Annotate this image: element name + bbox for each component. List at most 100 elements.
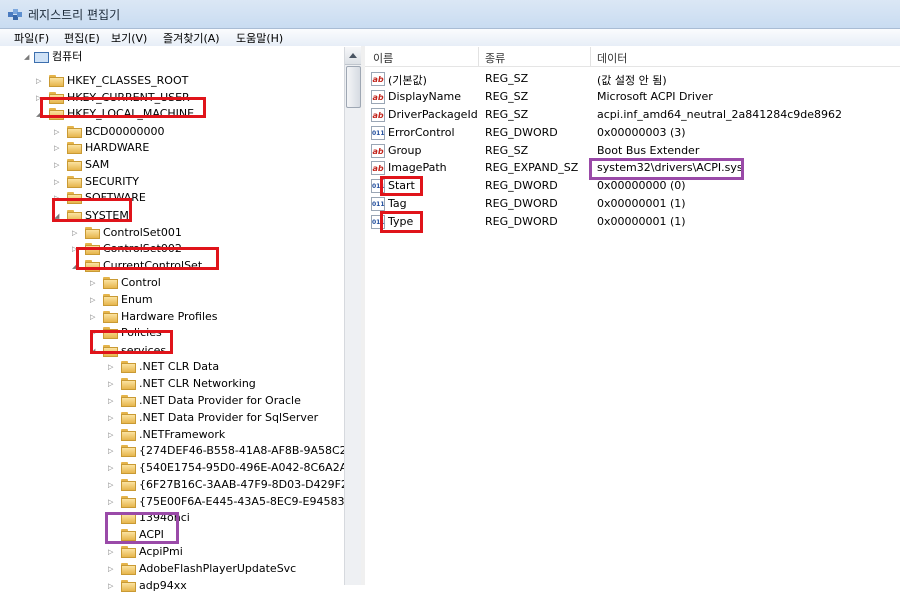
tree-node[interactable]: ◢ SYSTEM bbox=[54, 208, 340, 224]
expand-arrow-icon[interactable]: ▷ bbox=[36, 73, 42, 89]
tree-node[interactable]: ▷ Control bbox=[90, 275, 340, 291]
tree-node-label: SECURITY bbox=[85, 175, 139, 188]
tree-node[interactable]: ▷ HKEY_CURRENT_USER bbox=[36, 90, 340, 106]
expand-arrow-icon[interactable]: ▷ bbox=[72, 241, 78, 257]
expand-arrow-icon[interactable]: ▷ bbox=[108, 561, 114, 577]
value-row[interactable]: 011 ErrorControl REG_DWORD 0x00000003 (3) bbox=[365, 125, 900, 142]
tree-node[interactable]: ▷ AcpiPmi bbox=[108, 544, 340, 560]
expand-arrow-icon[interactable]: ▷ bbox=[54, 157, 60, 173]
tree-node-label: .NET Data Provider for SqlServer bbox=[139, 411, 319, 424]
value-type: REG_SZ bbox=[485, 90, 529, 103]
tree-node[interactable]: ▷ .NET Data Provider for SqlServer bbox=[108, 410, 340, 426]
collapse-arrow-icon[interactable]: ◢ bbox=[72, 258, 78, 274]
expand-arrow-icon[interactable]: ▷ bbox=[90, 309, 96, 325]
column-header-type[interactable]: 종류 bbox=[485, 50, 505, 66]
expand-arrow-icon[interactable]: ▷ bbox=[108, 544, 114, 560]
column-divider[interactable] bbox=[478, 47, 479, 66]
folder-icon bbox=[121, 445, 136, 457]
tree-node[interactable]: ▷ adp94xx bbox=[108, 578, 340, 594]
tree-node[interactable]: ▷ .NETFramework bbox=[108, 427, 340, 443]
menu-edit[interactable]: 편집(E) bbox=[64, 30, 100, 46]
tree-node[interactable]: ◢ services bbox=[90, 343, 340, 359]
expand-arrow-icon[interactable]: ▷ bbox=[54, 174, 60, 190]
value-row[interactable]: ab ImagePath REG_EXPAND_SZ system32\drivers… bbox=[365, 160, 900, 177]
tree-node[interactable]: ▷ {274DEF46-B558-41A8-AF8B-9A58C2C bbox=[108, 443, 354, 459]
column-header-data[interactable]: 데이터 bbox=[597, 50, 627, 66]
menu-view[interactable]: 보기(V) bbox=[111, 30, 147, 46]
value-data: system32\drivers\ACPI.sys bbox=[597, 161, 743, 174]
value-row[interactable]: 011 Start REG_DWORD 0x00000000 (0) bbox=[365, 178, 900, 195]
column-divider[interactable] bbox=[590, 47, 591, 66]
tree-node-label: {540E1754-95D0-496E-A042-8C6A2A7 bbox=[139, 461, 355, 474]
tree-node[interactable]: ▷ Policies bbox=[90, 325, 340, 341]
column-header-name[interactable]: 이름 bbox=[373, 50, 393, 66]
tree-node[interactable]: ▷ SOFTWARE bbox=[54, 190, 340, 206]
collapse-arrow-icon[interactable]: ◢ bbox=[36, 106, 42, 122]
tree-node[interactable]: ▷ {6F27B16C-3AAB-47F9-8D03-D429F24 bbox=[108, 477, 355, 493]
tree-node[interactable]: ▷ .NET Data Provider for Oracle bbox=[108, 393, 340, 409]
expand-arrow-icon[interactable]: ▷ bbox=[108, 443, 114, 459]
value-row[interactable]: 011 Tag REG_DWORD 0x00000001 (1) bbox=[365, 196, 900, 213]
tree-node[interactable]: ▷ AdobeFlashPlayerUpdateSvc bbox=[108, 561, 340, 577]
scroll-up-button[interactable] bbox=[345, 47, 361, 65]
expand-arrow-icon[interactable]: ▷ bbox=[108, 427, 114, 443]
value-row[interactable]: ab DriverPackageId REG_SZ acpi.inf_amd64_ne… bbox=[365, 107, 900, 124]
scroll-thumb[interactable] bbox=[346, 66, 361, 108]
folder-icon bbox=[121, 479, 136, 491]
tree-node[interactable]: ▷ {75E00F6A-E445-43A5-8EC9-E945831A bbox=[108, 494, 359, 510]
expand-arrow-icon[interactable]: ▷ bbox=[54, 190, 60, 206]
tree-node[interactable]: ▷ SECURITY bbox=[54, 174, 340, 190]
window-title: 레지스트리 편집기 bbox=[28, 8, 121, 22]
folder-icon bbox=[103, 294, 118, 306]
tree-node[interactable]: ◢ CurrentControlSet bbox=[72, 258, 340, 274]
tree-node-label: ControlSet002 bbox=[103, 242, 182, 255]
expand-arrow-icon[interactable]: ▷ bbox=[108, 494, 114, 510]
expand-arrow-icon[interactable]: ▷ bbox=[108, 359, 114, 375]
tree-node[interactable]: ◢ HKEY_LOCAL_MACHINE bbox=[36, 106, 340, 122]
expand-arrow-icon[interactable]: ▷ bbox=[108, 460, 114, 476]
value-row[interactable]: ab DisplayName REG_SZ Microsoft ACPI Driver bbox=[365, 89, 900, 106]
tree-node[interactable]: ▷ HARDWARE bbox=[54, 140, 340, 156]
expand-arrow-icon[interactable]: ▷ bbox=[108, 393, 114, 409]
expand-arrow-icon[interactable]: ▷ bbox=[72, 225, 78, 241]
tree-root-computer[interactable]: ◢ 컴퓨터 bbox=[24, 49, 224, 65]
tree-node[interactable]: ▷ ControlSet002 bbox=[72, 241, 340, 257]
value-data: 0x00000000 (0) bbox=[597, 179, 686, 192]
expand-arrow-icon[interactable]: ▷ bbox=[90, 275, 96, 291]
folder-icon bbox=[121, 580, 136, 592]
menu-file[interactable]: 파일(F) bbox=[14, 30, 49, 46]
collapse-arrow-icon[interactable]: ◢ bbox=[24, 49, 30, 65]
tree-node[interactable]: ▷ Hardware Profiles bbox=[90, 309, 340, 325]
tree-node[interactable]: ▷ BCD00000000 bbox=[54, 124, 340, 140]
expand-arrow-icon[interactable]: ▷ bbox=[108, 410, 114, 426]
tree-node[interactable]: ▷ {540E1754-95D0-496E-A042-8C6A2A7 bbox=[108, 460, 354, 476]
collapse-arrow-icon[interactable]: ◢ bbox=[54, 208, 60, 224]
tree-node[interactable]: ▷ Enum bbox=[90, 292, 340, 308]
expand-arrow-icon[interactable]: ▷ bbox=[54, 124, 60, 140]
tree-node[interactable]: ▷ HKEY_CLASSES_ROOT bbox=[36, 73, 340, 89]
expand-arrow-icon[interactable]: ▷ bbox=[36, 90, 42, 106]
menu-favorites[interactable]: 즐겨찾기(A) bbox=[163, 30, 220, 46]
expand-arrow-icon[interactable]: ▷ bbox=[90, 325, 96, 341]
value-row[interactable]: ab (기본값) REG_SZ (값 설정 안 됨) bbox=[365, 71, 900, 88]
tree-node[interactable]: ▷ .NET CLR Networking bbox=[108, 376, 340, 392]
expand-arrow-icon[interactable]: ▷ bbox=[54, 140, 60, 156]
value-row[interactable]: ab Group REG_SZ Boot Bus Extender bbox=[365, 143, 900, 160]
folder-icon bbox=[67, 159, 82, 171]
menu-help[interactable]: 도움말(H) bbox=[236, 30, 283, 46]
collapse-arrow-icon[interactable]: ◢ bbox=[90, 343, 96, 359]
tree-node[interactable]: ▷ ControlSet001 bbox=[72, 225, 340, 241]
value-data: (값 설정 안 됨) bbox=[597, 74, 667, 87]
expand-arrow-icon[interactable]: ▷ bbox=[108, 578, 114, 594]
folder-icon bbox=[121, 395, 136, 407]
expand-arrow-icon[interactable]: ▷ bbox=[90, 292, 96, 308]
tree-node[interactable]: ▷ SAM bbox=[54, 157, 340, 173]
expand-arrow-icon[interactable]: ▷ bbox=[108, 376, 114, 392]
tree-vertical-scrollbar[interactable] bbox=[344, 47, 361, 585]
tree-node-label: SOFTWARE bbox=[85, 191, 146, 204]
expand-arrow-icon[interactable]: ▷ bbox=[108, 477, 114, 493]
tree-node[interactable]: ACPI bbox=[112, 527, 340, 543]
tree-node[interactable]: ▷ .NET CLR Data bbox=[108, 359, 340, 375]
tree-node[interactable]: 1394ohci bbox=[112, 510, 340, 526]
value-row[interactable]: 011 Type REG_DWORD 0x00000001 (1) bbox=[365, 214, 900, 231]
